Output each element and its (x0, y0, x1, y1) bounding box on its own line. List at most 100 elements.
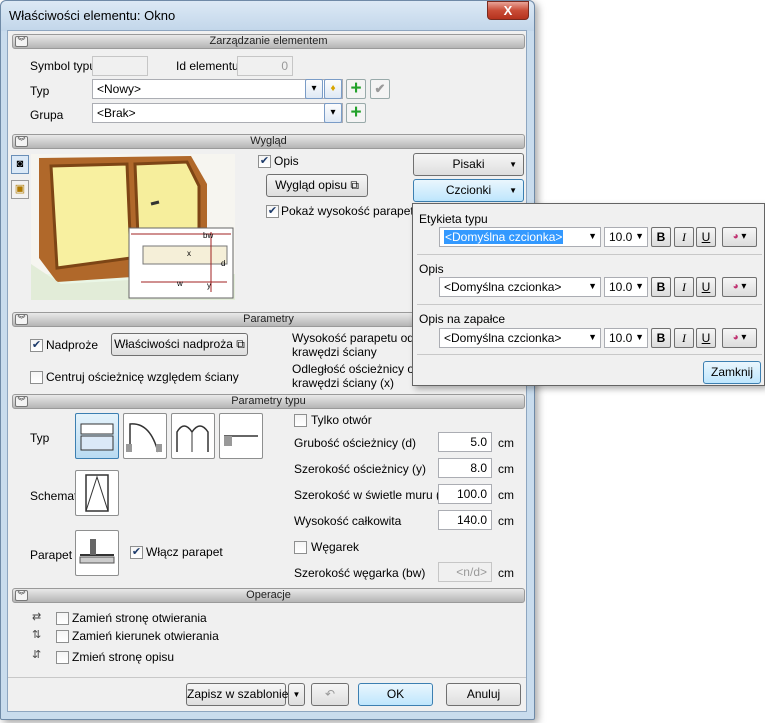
enable-parapet-checkbox[interactable]: ✔ (130, 546, 143, 559)
enable-parapet-label: Włącz parapet (146, 545, 223, 559)
font-family-value: <Domyślna czcionka> (444, 280, 562, 294)
pisaki-button[interactable]: Pisaki ▼ (413, 153, 524, 176)
type-arched-tile[interactable] (123, 413, 167, 459)
color-picker-button[interactable]: ◕ ▾ (722, 328, 757, 348)
preview-w-label: w (176, 279, 183, 288)
rectangular-window-icon (80, 423, 114, 451)
wegarek-checkbox[interactable] (294, 541, 307, 554)
section-header-type-params[interactable]: ︾ Parametry typu (12, 394, 525, 409)
frame-thickness-input[interactable]: 5.0 (438, 432, 492, 452)
arched-window-icon (126, 423, 162, 453)
close-popup-button[interactable]: Zamknij (703, 361, 761, 384)
type-rectangular-tile[interactable] (75, 413, 119, 459)
font-family-combo[interactable]: <Domyślna czcionka> ▼ (439, 227, 601, 247)
add-group-button[interactable]: + (346, 103, 366, 123)
open-dialog-icon: ⧉ (350, 178, 359, 192)
font-family-combo[interactable]: <Domyślna czcionka> ▼ (439, 328, 601, 348)
preview-x-label: x (187, 249, 191, 258)
font-size-value: 10.0 (609, 230, 633, 244)
swap-description-side-checkbox[interactable] (56, 651, 69, 664)
total-height-input[interactable]: 140.0 (438, 510, 492, 530)
collapse-icon[interactable]: ︾ (15, 590, 28, 601)
collapse-icon[interactable]: ︾ (15, 314, 28, 325)
section-header-management[interactable]: ︾ Zarządzanie elementem (12, 34, 525, 49)
opis-checkbox[interactable]: ✔ (258, 155, 271, 168)
wyglad-opisu-button[interactable]: Wygląd opisu ⧉ (266, 174, 368, 197)
swap-opening-direction-icon: ⇅ (32, 629, 42, 641)
underline-button[interactable]: U (696, 227, 716, 247)
italic-button[interactable]: I (674, 328, 694, 348)
chevron-down-icon: ▼ (635, 231, 644, 241)
bulb-icon[interactable]: ♦ (324, 79, 342, 99)
nadproze-button[interactable]: Właściwości nadproża ⧉ (111, 333, 248, 356)
wegarek-label: Węgarek (311, 540, 360, 554)
cube-icon[interactable]: ▣ (11, 180, 29, 199)
save-template-button[interactable]: Zapisz w szablonie (186, 683, 288, 706)
type-flat-tile[interactable] (219, 413, 263, 459)
only-opening-checkbox[interactable] (294, 414, 307, 427)
show-height-checkbox[interactable]: ✔ (266, 205, 279, 218)
id-input[interactable]: 0 (237, 56, 293, 76)
type-dropdown-icon[interactable]: ▾ (305, 79, 323, 99)
underline-button[interactable]: U (696, 328, 716, 348)
bold-button[interactable]: B (651, 277, 671, 297)
collapse-icon[interactable]: ︾ (15, 36, 28, 47)
preview-d-label: d (221, 259, 225, 268)
chevron-down-icon: ▼ (509, 186, 517, 195)
italic-button[interactable]: I (674, 277, 694, 297)
palette-icon: ◕ (732, 281, 739, 292)
camera-icon[interactable]: ◙ (11, 155, 29, 174)
window-title: Właściwości elementu: Okno (9, 8, 176, 23)
button-label: Czcionki (445, 183, 492, 197)
font-size-combo[interactable]: 10.0 ▼ (604, 227, 648, 247)
font-size-combo[interactable]: 10.0 ▼ (604, 277, 648, 297)
color-picker-button[interactable]: ◕ ▾ (722, 227, 757, 247)
clear-width-label: Szerokość w świetle muru (w) (294, 488, 453, 502)
parapet-tile[interactable] (75, 530, 119, 576)
group-dropdown-icon[interactable]: ▾ (324, 103, 342, 123)
undo-button[interactable]: ↶ (311, 683, 349, 706)
font-size-combo[interactable]: 10.0 ▼ (604, 328, 648, 348)
chevron-down-icon: ▼ (509, 160, 517, 169)
footer-separator (8, 677, 526, 678)
unit-label: cm (498, 436, 514, 450)
frame-distance-label: Odległość ościeżnicy od (292, 362, 421, 376)
unit-label: cm (498, 566, 514, 580)
color-picker-button[interactable]: ◕ ▾ (722, 277, 757, 297)
underline-button[interactable]: U (696, 277, 716, 297)
type-double-arch-tile[interactable] (171, 413, 215, 459)
ok-button[interactable]: OK (358, 683, 433, 706)
czcionki-button[interactable]: Czcionki ▼ (413, 179, 524, 202)
group-combo[interactable]: <Brak> (92, 103, 343, 123)
bold-button[interactable]: B (651, 227, 671, 247)
clear-width-input[interactable]: 100.0 (438, 484, 492, 504)
swap-opening-direction-checkbox[interactable] (56, 630, 69, 643)
button-label: Wygląd opisu (275, 178, 347, 192)
schemat-tile[interactable] (75, 470, 119, 516)
chevron-down-icon: ▼ (588, 332, 597, 342)
nadproze-checkbox[interactable]: ✔ (30, 339, 43, 352)
swap-description-side-label: Zmień stronę opisu (72, 650, 175, 664)
symbol-input[interactable] (92, 56, 148, 76)
bold-button[interactable]: B (651, 328, 671, 348)
center-checkbox[interactable] (30, 371, 43, 384)
section-header-appearance[interactable]: ︾ Wygląd (12, 134, 525, 149)
confirm-type-icon[interactable]: ✔ (370, 79, 390, 99)
cancel-button[interactable]: Anuluj (446, 683, 521, 706)
section-header-operations[interactable]: ︾ Operacje (12, 588, 525, 603)
close-button[interactable]: X (487, 1, 529, 20)
section-title: Zarządzanie elementem (209, 35, 328, 47)
italic-button[interactable]: I (674, 227, 694, 247)
save-template-dropdown[interactable]: ▼ (288, 683, 305, 706)
font-family-combo[interactable]: <Domyślna czcionka> ▼ (439, 277, 601, 297)
add-type-button[interactable]: + (346, 79, 366, 99)
open-dialog-icon: ⧉ (236, 337, 245, 351)
center-label: Centruj ościeżnicę względem ściany (46, 370, 239, 384)
unit-label: cm (498, 514, 514, 528)
collapse-icon[interactable]: ︾ (15, 136, 28, 147)
swap-opening-side-checkbox[interactable] (56, 612, 69, 625)
collapse-icon[interactable]: ︾ (15, 396, 28, 407)
undo-icon: ↶ (324, 687, 336, 701)
frame-width-input[interactable]: 8.0 (438, 458, 492, 478)
wegarek-width-input[interactable]: <n/d> (438, 562, 492, 582)
